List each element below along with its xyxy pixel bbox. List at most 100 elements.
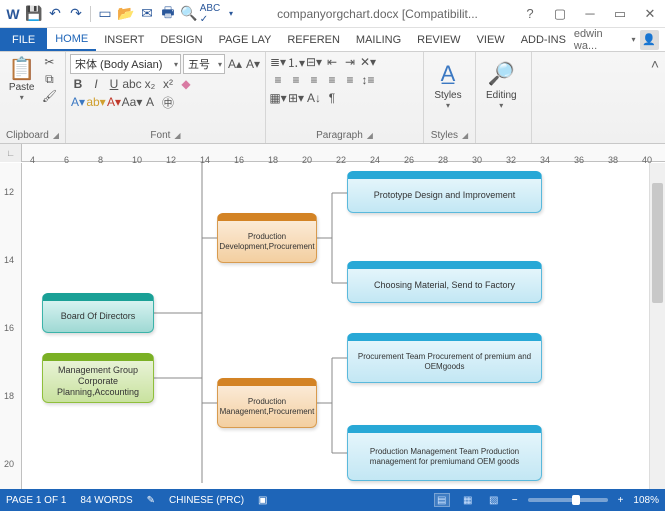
status-macro-icon[interactable]: ▣: [258, 495, 267, 506]
ruler-corner[interactable]: ∟: [0, 144, 22, 162]
show-marks-icon[interactable]: ¶: [324, 90, 340, 106]
open-icon[interactable]: 📂: [117, 5, 135, 23]
sort-icon[interactable]: A↓: [306, 90, 322, 106]
ribbon-options-icon[interactable]: ▢: [545, 2, 575, 26]
orgbox-material[interactable]: Choosing Material, Send to Factory: [347, 261, 542, 303]
zoom-level[interactable]: 108%: [633, 495, 659, 506]
qat-customize-icon[interactable]: ▾: [222, 5, 240, 23]
asian-layout-icon[interactable]: ✕▾: [360, 54, 376, 70]
avatar[interactable]: 👤: [640, 30, 659, 50]
tab-references[interactable]: REFEREN: [279, 28, 348, 51]
italic-button[interactable]: I: [88, 76, 104, 92]
tab-design[interactable]: DESIGN: [152, 28, 210, 51]
collapse-ribbon-icon[interactable]: ˄: [645, 52, 665, 143]
styles-button[interactable]: A̲ Styles ▾: [428, 54, 468, 114]
align-left-icon[interactable]: ≡: [270, 72, 286, 88]
quickprint-icon[interactable]: 🖶: [159, 5, 177, 23]
view-print-layout-icon[interactable]: ▤: [434, 493, 450, 507]
ruler-vertical[interactable]: 12 14 16 18 20: [0, 163, 22, 489]
new-icon[interactable]: ▭: [96, 5, 114, 23]
editing-button[interactable]: 🔎 Editing ▾: [480, 54, 523, 114]
spelling-icon[interactable]: ABC✓: [201, 5, 219, 23]
zoom-in-button[interactable]: +: [618, 495, 624, 506]
subscript-button[interactable]: x₂: [142, 76, 158, 92]
zoom-out-button[interactable]: −: [512, 495, 518, 506]
shrink-font-icon[interactable]: A▾: [245, 56, 261, 72]
orgbox-production-dev[interactable]: Production Development,Procurement: [217, 213, 317, 263]
email-icon[interactable]: ✉: [138, 5, 156, 23]
font-launcher-icon[interactable]: ◢: [174, 131, 180, 140]
change-case-icon[interactable]: Aa▾: [124, 94, 140, 110]
font-color-icon[interactable]: A▾: [106, 94, 122, 110]
tab-review[interactable]: REVIEW: [409, 28, 468, 51]
text-effects-icon[interactable]: A▾: [70, 94, 86, 110]
highlight-icon[interactable]: ab▾: [88, 94, 104, 110]
close-icon[interactable]: ✕: [635, 2, 665, 26]
strikethrough-button[interactable]: abc: [124, 76, 140, 92]
multilevel-icon[interactable]: ⊟▾: [306, 54, 322, 70]
preview-icon[interactable]: 🔍: [180, 5, 198, 23]
justify-icon[interactable]: ≡: [324, 72, 340, 88]
minimize-icon[interactable]: ─: [575, 2, 605, 26]
orgbox-prototype[interactable]: Prototype Design and Improvement: [347, 171, 542, 213]
cut-icon[interactable]: ✂: [41, 54, 57, 70]
tab-home[interactable]: HOME: [47, 28, 96, 51]
view-web-layout-icon[interactable]: ▧: [486, 493, 502, 507]
save-icon[interactable]: 💾: [25, 5, 43, 23]
status-language[interactable]: CHINESE (PRC): [169, 495, 244, 506]
increase-indent-icon[interactable]: ⇥: [342, 54, 358, 70]
orgbox-production-mgmt[interactable]: Production Management,Procurement: [217, 378, 317, 428]
superscript-button[interactable]: x²: [160, 76, 176, 92]
char-border-icon[interactable]: A: [142, 94, 158, 110]
orgbox-production-team[interactable]: Production Management Team Production ma…: [347, 425, 542, 481]
tab-file[interactable]: FILE: [0, 28, 47, 51]
borders-icon[interactable]: ⊞▾: [288, 90, 304, 106]
word-app-icon[interactable]: W: [4, 5, 22, 23]
shading-icon[interactable]: ▦▾: [270, 90, 286, 106]
ribbon: 📋 Paste ▾ ✂ ⧉ 🖌 Clipboard◢ 宋体 (Body Asia…: [0, 52, 665, 144]
status-proof-icon[interactable]: ✎: [147, 495, 155, 506]
orgbox-board[interactable]: Board Of Directors: [42, 293, 154, 333]
line-spacing-icon[interactable]: ↕≡: [360, 72, 376, 88]
restore-icon[interactable]: ▭: [605, 2, 635, 26]
user-name[interactable]: edwin wa...: [574, 28, 628, 52]
font-size-combo[interactable]: 五号▾: [183, 54, 225, 74]
vertical-scrollbar[interactable]: [649, 163, 665, 489]
document-canvas[interactable]: Board Of Directors Management Group Corp…: [22, 163, 665, 489]
tab-mailing[interactable]: MAILING: [348, 28, 409, 51]
decrease-indent-icon[interactable]: ⇤: [324, 54, 340, 70]
tab-page-layout[interactable]: PAGE LAY: [211, 28, 280, 51]
help-icon[interactable]: ?: [515, 2, 545, 26]
user-menu-icon[interactable]: ▾: [632, 35, 636, 44]
styles-launcher-icon[interactable]: ◢: [462, 131, 468, 140]
enclose-icon[interactable]: ㊥: [160, 94, 176, 110]
format-painter-icon[interactable]: 🖌: [41, 88, 57, 104]
undo-icon[interactable]: ↶: [46, 5, 64, 23]
numbering-icon[interactable]: ⒈▾: [288, 54, 304, 70]
paste-button[interactable]: 📋 Paste ▾: [4, 54, 39, 104]
paragraph-launcher-icon[interactable]: ◢: [367, 131, 373, 140]
grow-font-icon[interactable]: A▴: [227, 56, 243, 72]
align-center-icon[interactable]: ≡: [288, 72, 304, 88]
bold-button[interactable]: B: [70, 76, 86, 92]
orgbox-procurement-team[interactable]: Procurement Team Procurement of premium …: [347, 333, 542, 383]
status-page[interactable]: PAGE 1 OF 1: [6, 495, 66, 506]
align-right-icon[interactable]: ≡: [306, 72, 322, 88]
clipboard-launcher-icon[interactable]: ◢: [53, 131, 59, 140]
bullets-icon[interactable]: ≣▾: [270, 54, 286, 70]
tab-insert[interactable]: INSERT: [96, 28, 152, 51]
redo-icon[interactable]: ↷: [67, 5, 85, 23]
status-words[interactable]: 84 WORDS: [80, 495, 132, 506]
copy-icon[interactable]: ⧉: [41, 71, 57, 87]
ruler-horizontal[interactable]: ∟ 4 6 8 10 12 14 16 18 20 22 24 26 28 30…: [0, 144, 665, 162]
underline-button[interactable]: U: [106, 76, 122, 92]
orgbox-management[interactable]: Management Group Corporate Planning,Acco…: [42, 353, 154, 403]
view-read-mode-icon[interactable]: ▦: [460, 493, 476, 507]
zoom-slider[interactable]: [528, 498, 608, 502]
tab-view[interactable]: VIEW: [469, 28, 513, 51]
clear-format-icon[interactable]: ◆: [178, 76, 194, 92]
tab-addins[interactable]: ADD-INS: [513, 28, 574, 51]
distribute-icon[interactable]: ≡: [342, 72, 358, 88]
find-icon: 🔎: [487, 58, 515, 90]
font-family-combo[interactable]: 宋体 (Body Asian)▾: [70, 54, 181, 74]
